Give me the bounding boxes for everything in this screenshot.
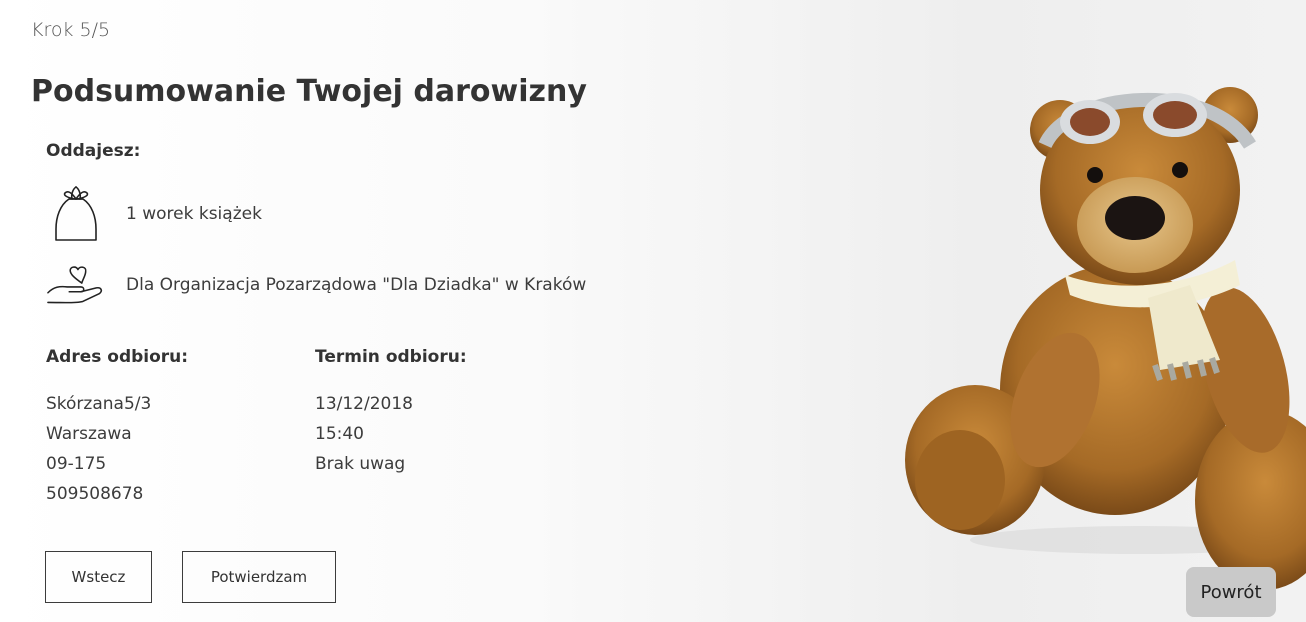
- bag-icon: [46, 185, 106, 243]
- address-postcode: 09-175: [46, 454, 107, 474]
- pickup-section: Termin odbioru: 13/12/2018 15:40 Brak uw…: [315, 347, 467, 479]
- confirm-button[interactable]: Potwierdzam: [182, 551, 336, 603]
- pickup-time: 15:40: [315, 424, 364, 444]
- address-phone: 509508678: [46, 484, 144, 504]
- page-title: Podsumowanie Twojej darowizny: [31, 74, 587, 109]
- return-button[interactable]: Powrót: [1186, 567, 1276, 617]
- address-label: Adres odbioru:: [46, 347, 189, 367]
- bag-row: 1 worek książek: [46, 185, 262, 243]
- address-section: Adres odbioru: Skórzana5/3 Warszawa 09-1…: [46, 347, 188, 509]
- teddy-bear-image: [905, 87, 1306, 590]
- organization-text: Dla Organizacja Pozarządowa "Dla Dziadka…: [126, 275, 587, 295]
- pickup-notes: Brak uwag: [315, 454, 406, 474]
- address-street: Skórzana5/3: [46, 394, 152, 414]
- step-indicator: Krok 5/5: [31, 19, 111, 41]
- organization-row: Dla Organizacja Pozarządowa "Dla Dziadka…: [46, 265, 586, 305]
- giving-label: Oddajesz:: [46, 141, 141, 161]
- bag-text: 1 worek książek: [126, 204, 262, 224]
- heart-hand-icon: [46, 265, 106, 305]
- pickup-date: 13/12/2018: [315, 394, 413, 414]
- pickup-label: Termin odbioru:: [315, 347, 467, 367]
- back-button[interactable]: Wstecz: [45, 551, 152, 603]
- address-city: Warszawa: [46, 424, 132, 444]
